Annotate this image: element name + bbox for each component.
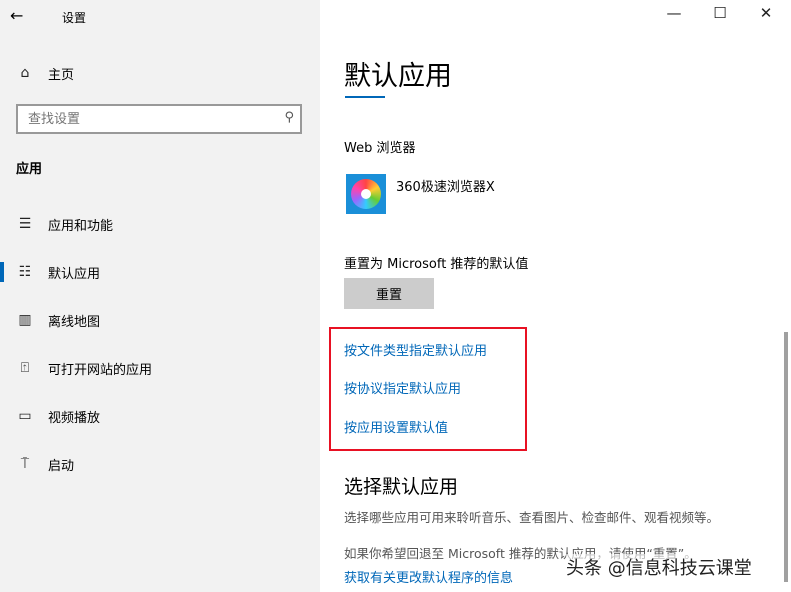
search-box[interactable]: ⚲ [16,104,302,134]
web-browser-label: Web 浏览器 [344,141,416,156]
title-underline [345,96,385,98]
page-title: 默认应用 [344,61,452,92]
label: 默认应用 [48,266,101,282]
reset-label: 重置为 Microsoft 推荐的默认值 [344,257,529,272]
video-playback-icon: ▭ [18,408,32,424]
default-apps-icon: ☷ [18,264,32,280]
label: 应用和功能 [48,218,114,234]
choose-by-protocol-link[interactable]: 按协议指定默认应用 [344,378,461,397]
sidebar-item-startup[interactable]: ⍑ 启动 [0,444,320,484]
sidebar-item-home[interactable]: ⌂ 主页 [0,53,320,93]
startup-icon: ⍑ [20,456,30,472]
back-button[interactable]: ← [10,6,23,25]
sidebar: ← 设置 ⌂ 主页 ⚲ 应用 ☰ 应用和功能 ☷ 默认应用 ▥ 离线地图 ⍐ 可打开网站… [0,0,320,592]
choose-by-file-type-link[interactable]: 按文件类型指定默认应用 [344,340,487,359]
search-icon[interactable]: ⚲ [284,110,294,125]
watermark: 头条 @信息科技云课堂 [566,554,752,580]
set-defaults-by-app-link[interactable]: 按应用设置默认值 [344,417,448,436]
home-icon: ⌂ [20,65,30,81]
choose-default-apps-heading: 选择默认应用 [344,476,459,498]
browser-selector[interactable]: 360极速浏览器X [344,172,594,216]
active-indicator [0,262,4,282]
apps-for-websites-icon: ⍐ [20,360,30,376]
browser-app-icon [346,174,386,214]
close-button[interactable]: ✕ [743,4,789,22]
label: 离线地图 [48,314,101,330]
sidebar-item-video-playback[interactable]: ▭ 视频播放 [0,396,320,436]
label: 视频播放 [48,410,101,426]
label: 启动 [48,458,75,474]
search-input[interactable] [18,106,258,132]
section-heading: 应用 [16,162,43,177]
sidebar-item-offline-maps[interactable]: ▥ 离线地图 [0,300,320,340]
window-title: 设置 [62,11,87,25]
more-info-link[interactable]: 获取有关更改默认程序的信息 [344,567,513,586]
minimize-button[interactable]: — [651,4,697,22]
reset-button[interactable]: 重置 [344,278,434,309]
main-content: — ☐ ✕ 默认应用 Web 浏览器 360极速浏览器X 重置为 Microso… [320,0,791,592]
offline-maps-icon: ▥ [18,312,32,328]
label: 可打开网站的应用 [48,362,153,378]
sidebar-item-apps-for-websites[interactable]: ⍐ 可打开网站的应用 [0,348,320,388]
maximize-button[interactable]: ☐ [697,4,743,22]
choose-description: 选择哪些应用可用来聆听音乐、查看图片、检查邮件、观看视频等。 [344,510,720,525]
home-label: 主页 [48,67,75,83]
scrollbar-thumb[interactable] [784,332,788,582]
sidebar-item-default-apps[interactable]: ☷ 默认应用 [0,252,320,292]
browser-name: 360极速浏览器X [396,180,495,195]
apps-features-icon: ☰ [18,216,32,232]
sidebar-item-apps-features[interactable]: ☰ 应用和功能 [0,204,320,244]
